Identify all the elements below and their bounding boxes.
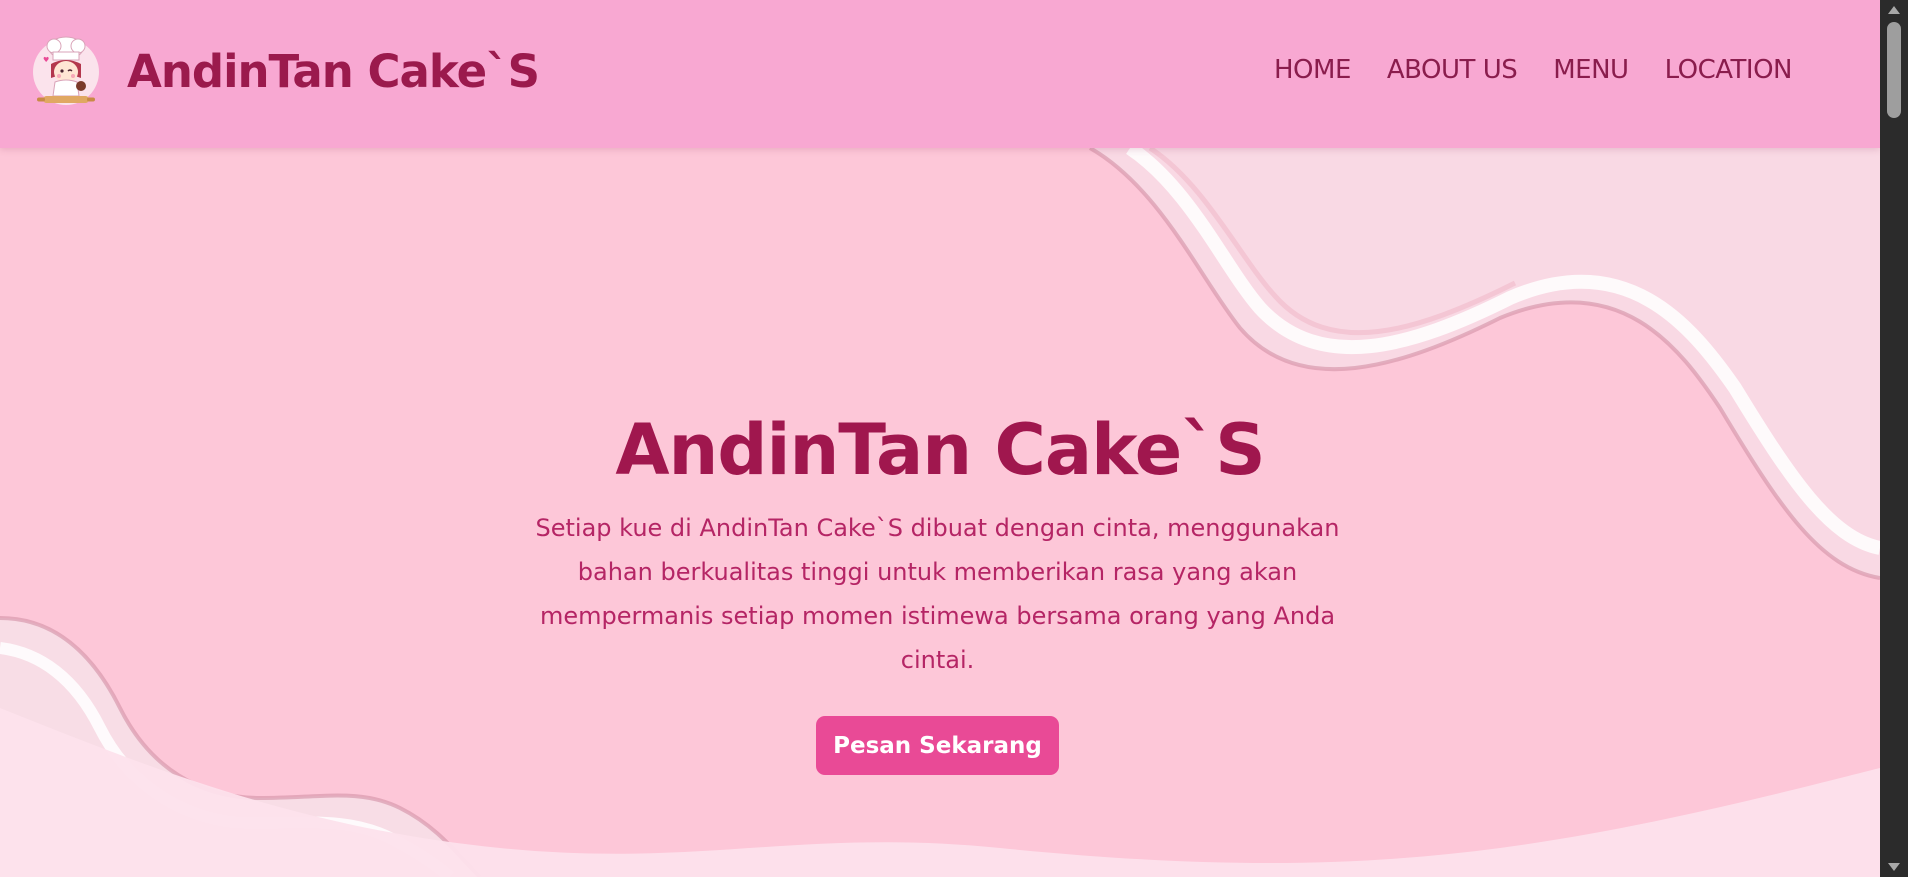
svg-text:♥: ♥ — [43, 56, 49, 64]
brand-name: AndinTan Cake`S — [127, 45, 540, 98]
hero-title: AndinTan Cake`S — [615, 409, 1265, 491]
vertical-scrollbar[interactable] — [1880, 0, 1908, 877]
nav-about-us[interactable]: ABOUT US — [1387, 55, 1518, 85]
chef-logo-icon[interactable]: ♥ — [31, 32, 101, 110]
scroll-up-arrow-icon[interactable] — [1888, 6, 1900, 14]
page: ♥ AndinTan Cake`S HOME ABOUT US MENU LOC… — [0, 0, 1908, 877]
hero-section: AndinTan Cake`S Setiap kue di AndinTan C… — [0, 148, 1880, 877]
nav-location[interactable]: LOCATION — [1665, 55, 1793, 85]
order-now-button[interactable]: Pesan Sekarang — [816, 716, 1059, 775]
scroll-down-arrow-icon[interactable] — [1888, 863, 1900, 871]
hero-description: Setiap kue di AndinTan Cake`S dibuat den… — [535, 514, 1340, 674]
nav-home[interactable]: HOME — [1274, 55, 1351, 85]
nav-menu[interactable]: MENU — [1553, 55, 1629, 85]
site-header: ♥ AndinTan Cake`S HOME ABOUT US MENU LOC… — [0, 0, 1880, 148]
scrollbar-thumb[interactable] — [1887, 22, 1901, 118]
